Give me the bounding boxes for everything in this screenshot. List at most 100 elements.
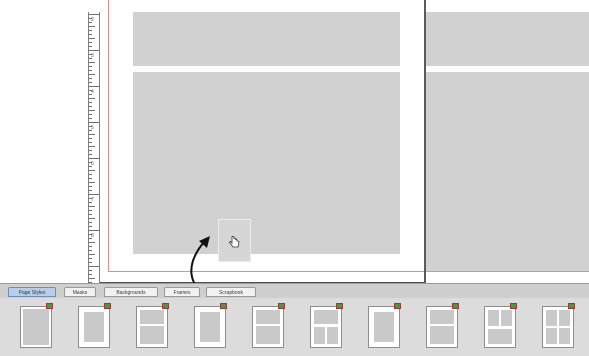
ruler-tick [89,190,92,191]
style-badge-icon [336,303,343,309]
ruler-tick [89,62,95,63]
ruler-tick [89,110,95,111]
style-badge-icon [568,303,575,309]
thumbnail-photo-slot [559,328,570,344]
photo-placeholder-top[interactable] [133,12,400,66]
ruler-tick [89,222,92,223]
thumbnail-photo-slot [430,310,454,324]
thumbnail-photo-slot [140,326,164,344]
page-style-thumbnail[interactable] [136,303,169,348]
ruler-tick [89,230,99,231]
ruler-tick [89,34,92,35]
ruler-tick [89,26,95,27]
ruler-tick [89,246,92,247]
ruler-tick [89,258,92,259]
ruler-tick [89,14,99,15]
page-style-thumbnail[interactable] [426,303,459,348]
ruler-tick [89,262,92,263]
ruler-tick [89,138,92,139]
thumbnail-photo-slot [501,310,512,326]
thumbnail-photo-slot [430,326,454,344]
ruler-tick [89,102,92,103]
ruler-tick [89,242,95,243]
ruler-tick [89,74,95,75]
ruler-number: 6 [91,161,94,167]
tab-frames[interactable]: Frames [164,287,200,297]
ruler-number: 4 [91,89,94,95]
ruler-number: 8 [91,233,94,239]
thumbnail-photo-slot [256,310,280,324]
ruler-tick [89,114,92,115]
ruler-tick [89,194,99,195]
tab-backgrounds[interactable]: Backgrounds [104,287,158,297]
ruler-tick [89,142,92,143]
ruler-tick [89,86,99,87]
page-style-thumbnail[interactable] [20,303,53,348]
ruler-tick [89,270,92,271]
panel-tab-bar: Page Styles Masks Backgrounds Frames Scr… [0,283,589,298]
style-badge-icon [510,303,517,309]
thumbnail-photo-slot [327,327,338,344]
ruler-tick [89,30,92,31]
style-badge-icon [452,303,459,309]
ruler-tick [89,250,92,251]
ruler-tick [89,46,92,47]
style-badge-icon [394,303,401,309]
page-style-thumbnail[interactable] [484,303,517,348]
page-styles-strip [0,298,589,356]
thumbnail-photo-slot [84,312,104,342]
style-badge-icon [278,303,285,309]
hand-cursor-icon [229,235,240,248]
page-style-thumbnail[interactable] [310,303,343,348]
page-style-thumbnail[interactable] [252,303,285,348]
thumbnail-photo-slot [140,310,164,324]
thumbnail-photo-slot [488,329,512,344]
page-style-thumbnail[interactable] [368,303,401,348]
ruler-tick [89,170,95,171]
tab-scrapbook[interactable]: Scrapbook [206,287,256,297]
ruler-tick [89,278,95,279]
page-style-thumbnail[interactable] [78,303,111,348]
ruler-number: 3 [91,53,94,59]
workspace-left-margin [0,0,88,283]
ruler-number: 5 [91,125,94,131]
ruler-tick [89,210,92,211]
drag-drop-target[interactable] [218,219,251,262]
thumbnail-photo-slot [200,312,220,342]
ruler-tick [89,274,92,275]
style-badge-icon [162,303,169,309]
ruler-tick [89,206,95,207]
ruler-tick [89,122,99,123]
thumbnail-photo-slot [559,310,570,326]
page-style-thumbnail[interactable] [542,303,575,348]
thumbnail-photo-slot [488,310,499,326]
ruler-tick [89,82,92,83]
tab-page-styles[interactable]: Page Styles [8,287,56,297]
ruler-tick [89,150,92,151]
ruler-tick [89,38,95,39]
style-badge-icon [104,303,111,309]
ruler-tick [89,266,99,267]
ruler-tick [89,186,92,187]
thumbnail-photo-slot [314,327,325,344]
ruler-tick [89,78,92,79]
style-badge-icon [220,303,227,309]
thumbnail-photo-slot [256,326,280,344]
tab-masks[interactable]: Masks [64,287,96,297]
ruler-tick [89,66,92,67]
vertical-ruler: 2 3 4 5 6 7 8 [88,12,100,283]
photo-placeholder-right-main[interactable] [426,72,589,271]
ruler-tick [89,254,95,255]
thumbnail-photo-slot [23,309,49,345]
page-style-thumbnail[interactable] [194,303,227,348]
ruler-tick [89,174,92,175]
ruler-tick [89,106,92,107]
ruler-tick [89,218,95,219]
thumbnail-photo-slot [546,328,557,344]
ruler-tick [89,134,95,135]
photo-placeholder-right-top[interactable] [426,12,589,66]
thumbnail-photo-slot [374,312,394,342]
ruler-tick [89,146,95,147]
ruler-tick [89,50,99,51]
thumbnail-photo-slot [546,310,557,326]
